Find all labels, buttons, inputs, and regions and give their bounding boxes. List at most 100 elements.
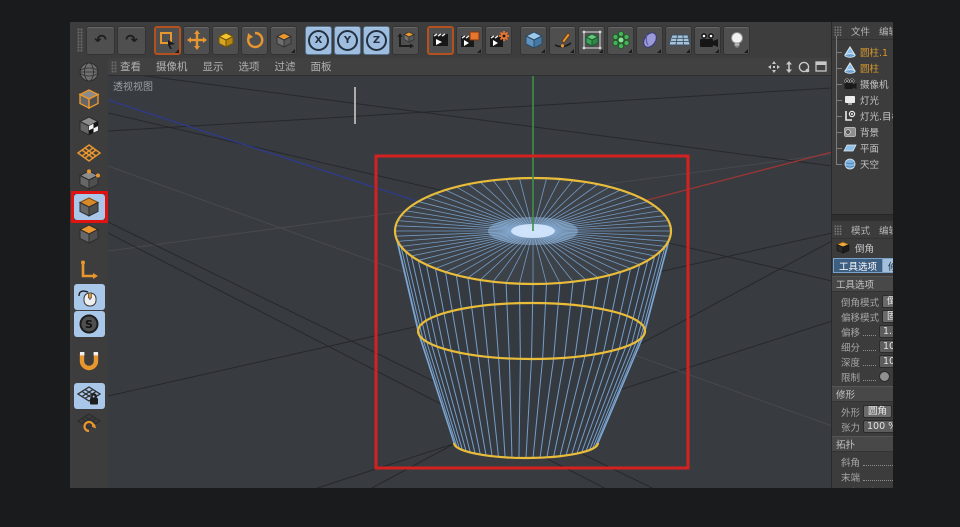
lock-z-axis-button[interactable]: Z <box>363 26 390 55</box>
section-topology[interactable]: 拓扑 <box>832 436 893 452</box>
snap-button[interactable]: S <box>74 311 105 337</box>
subdivision-surface-button[interactable] <box>578 26 605 55</box>
viewport-menu-view[interactable]: 查看 <box>120 59 141 74</box>
add-camera-button[interactable] <box>694 26 721 55</box>
bevel-mode-dropdown[interactable]: 倒 <box>882 295 893 308</box>
target-light-object-icon <box>843 110 857 122</box>
coordinate-system-button[interactable] <box>392 26 419 55</box>
row-offset: 偏移 1.5 <box>832 324 893 339</box>
workplane-tool-button[interactable] <box>74 410 105 436</box>
cone-object-icon <box>843 62 857 74</box>
render-view-icon <box>431 30 451 50</box>
object-manager: 文件 编辑 圆柱.1 圆柱 摄像机 灯光 <box>832 22 893 214</box>
main-toolbar: ↶ ↷ X Y Z <box>70 22 832 58</box>
viewport-solo-button[interactable] <box>74 284 105 310</box>
viewport-menu-grip[interactable] <box>111 61 117 73</box>
redo-button[interactable]: ↷ <box>117 26 146 55</box>
row-depth: 深度 10 <box>832 354 893 369</box>
enable-axis-button[interactable] <box>74 257 105 283</box>
points-mode-button[interactable] <box>74 167 105 193</box>
add-light-button[interactable] <box>723 26 750 55</box>
section-shaping[interactable]: 修形 <box>832 386 893 402</box>
rotate-view-icon[interactable] <box>798 61 810 73</box>
render-view-button[interactable] <box>427 26 454 55</box>
render-settings-button[interactable] <box>485 26 512 55</box>
pan-view-icon[interactable] <box>768 61 780 73</box>
add-spline-button[interactable] <box>549 26 576 55</box>
viewport-panel[interactable]: 查看 摄像机 显示 选项 过滤 面板 <box>108 58 832 488</box>
offset-input[interactable]: 1.5 <box>879 325 893 338</box>
viewport-3d-canvas[interactable]: 透视视图 <box>108 76 832 488</box>
row-bevel-mode: 倒角模式 倒 <box>832 294 893 309</box>
object-manager-grip[interactable] <box>834 26 842 36</box>
viewport-menu-cameras[interactable]: 摄像机 <box>156 59 188 74</box>
add-floor-button[interactable] <box>665 26 692 55</box>
live-selection-button[interactable] <box>154 26 181 55</box>
move-icon <box>187 30 207 50</box>
camera-object-icon <box>843 78 857 90</box>
row-shape: 外形 圆角 <box>832 404 893 419</box>
workplane-mode-button[interactable] <box>74 140 105 166</box>
lock-y-axis-button[interactable]: Y <box>334 26 361 55</box>
depth-input[interactable]: 10 <box>879 355 893 368</box>
lock-x-axis-button[interactable]: X <box>305 26 332 55</box>
scale-button[interactable] <box>212 26 239 55</box>
workplane-mode-icon <box>76 143 102 163</box>
subdivision-input[interactable]: 10 <box>879 340 893 353</box>
edges-mode-button[interactable] <box>74 194 105 220</box>
offset-mode-dropdown[interactable]: 固 <box>882 310 893 323</box>
sky-object-icon <box>843 158 857 170</box>
attribute-manager-grip[interactable] <box>834 225 842 235</box>
limit-checkbox[interactable] <box>879 371 890 382</box>
attribute-menu-edit[interactable]: 编辑 <box>879 223 893 237</box>
cone-object-icon <box>843 46 857 58</box>
viewport-menu-panel[interactable]: 面板 <box>311 59 332 74</box>
row-limit: 限制 <box>832 369 893 384</box>
undo-icon: ↶ <box>94 33 107 48</box>
tab-shaping[interactable]: 修形 <box>883 258 893 273</box>
attribute-menu-mode[interactable]: 模式 <box>851 223 870 237</box>
coordinate-system-icon <box>396 30 416 50</box>
modeling-tools-button[interactable] <box>607 26 634 55</box>
viewport-menu-filter[interactable]: 过滤 <box>275 59 296 74</box>
shape-dropdown[interactable]: 圆角 <box>863 405 892 418</box>
viewport-menu-options[interactable]: 选项 <box>239 59 260 74</box>
toolbar-grip[interactable] <box>77 28 83 52</box>
polygons-mode-button[interactable] <box>74 221 105 247</box>
rotate-button[interactable] <box>241 26 268 55</box>
tree-item-sky[interactable]: 天空 <box>832 156 893 172</box>
section-tool-options[interactable]: 工具选项 <box>832 276 893 292</box>
model-mode-button[interactable] <box>74 86 105 112</box>
magnet-icon <box>78 349 100 371</box>
row-partial-rounding: 局部圆角 <box>832 484 893 488</box>
move-button[interactable] <box>183 26 210 55</box>
tension-input[interactable]: 100 % <box>863 420 893 433</box>
texture-mode-button[interactable] <box>74 113 105 139</box>
undo-button[interactable]: ↶ <box>86 26 115 55</box>
make-editable-button[interactable] <box>74 59 105 85</box>
polygons-mode-icon <box>77 223 101 245</box>
add-primitive-button[interactable] <box>520 26 547 55</box>
lock-workplane-button[interactable] <box>74 383 105 409</box>
object-tree: 圆柱.1 圆柱 摄像机 灯光 灯光.目标.1 <box>832 40 893 172</box>
dolly-view-icon[interactable] <box>785 61 793 73</box>
render-region-button[interactable] <box>456 26 483 55</box>
object-manager-menu-file[interactable]: 文件 <box>851 24 870 38</box>
viewport-menu-display[interactable]: 显示 <box>203 59 224 74</box>
subdivision-surface-icon <box>582 30 602 50</box>
render-region-icon <box>460 30 480 50</box>
recent-tool-button[interactable] <box>270 26 297 55</box>
row-miter: 斜角 <box>832 454 893 469</box>
add-deformer-button[interactable] <box>636 26 663 55</box>
screenshot-canvas: ↶ ↷ X Y Z <box>0 0 960 527</box>
recent-tool-cube-icon <box>274 30 294 50</box>
magnet-snap-button[interactable] <box>74 347 105 373</box>
maximize-view-icon[interactable] <box>815 61 827 72</box>
tab-tool-options[interactable]: 工具选项 <box>833 258 883 273</box>
viewport-menu-bar: 查看 摄像机 显示 选项 过滤 面板 <box>108 58 832 76</box>
object-manager-menu-edit[interactable]: 编辑 <box>879 24 893 38</box>
live-selection-icon <box>158 30 178 50</box>
cube-primitive-icon <box>524 30 544 50</box>
floor-environment-icon <box>668 30 690 50</box>
svg-text:S: S <box>85 318 93 331</box>
